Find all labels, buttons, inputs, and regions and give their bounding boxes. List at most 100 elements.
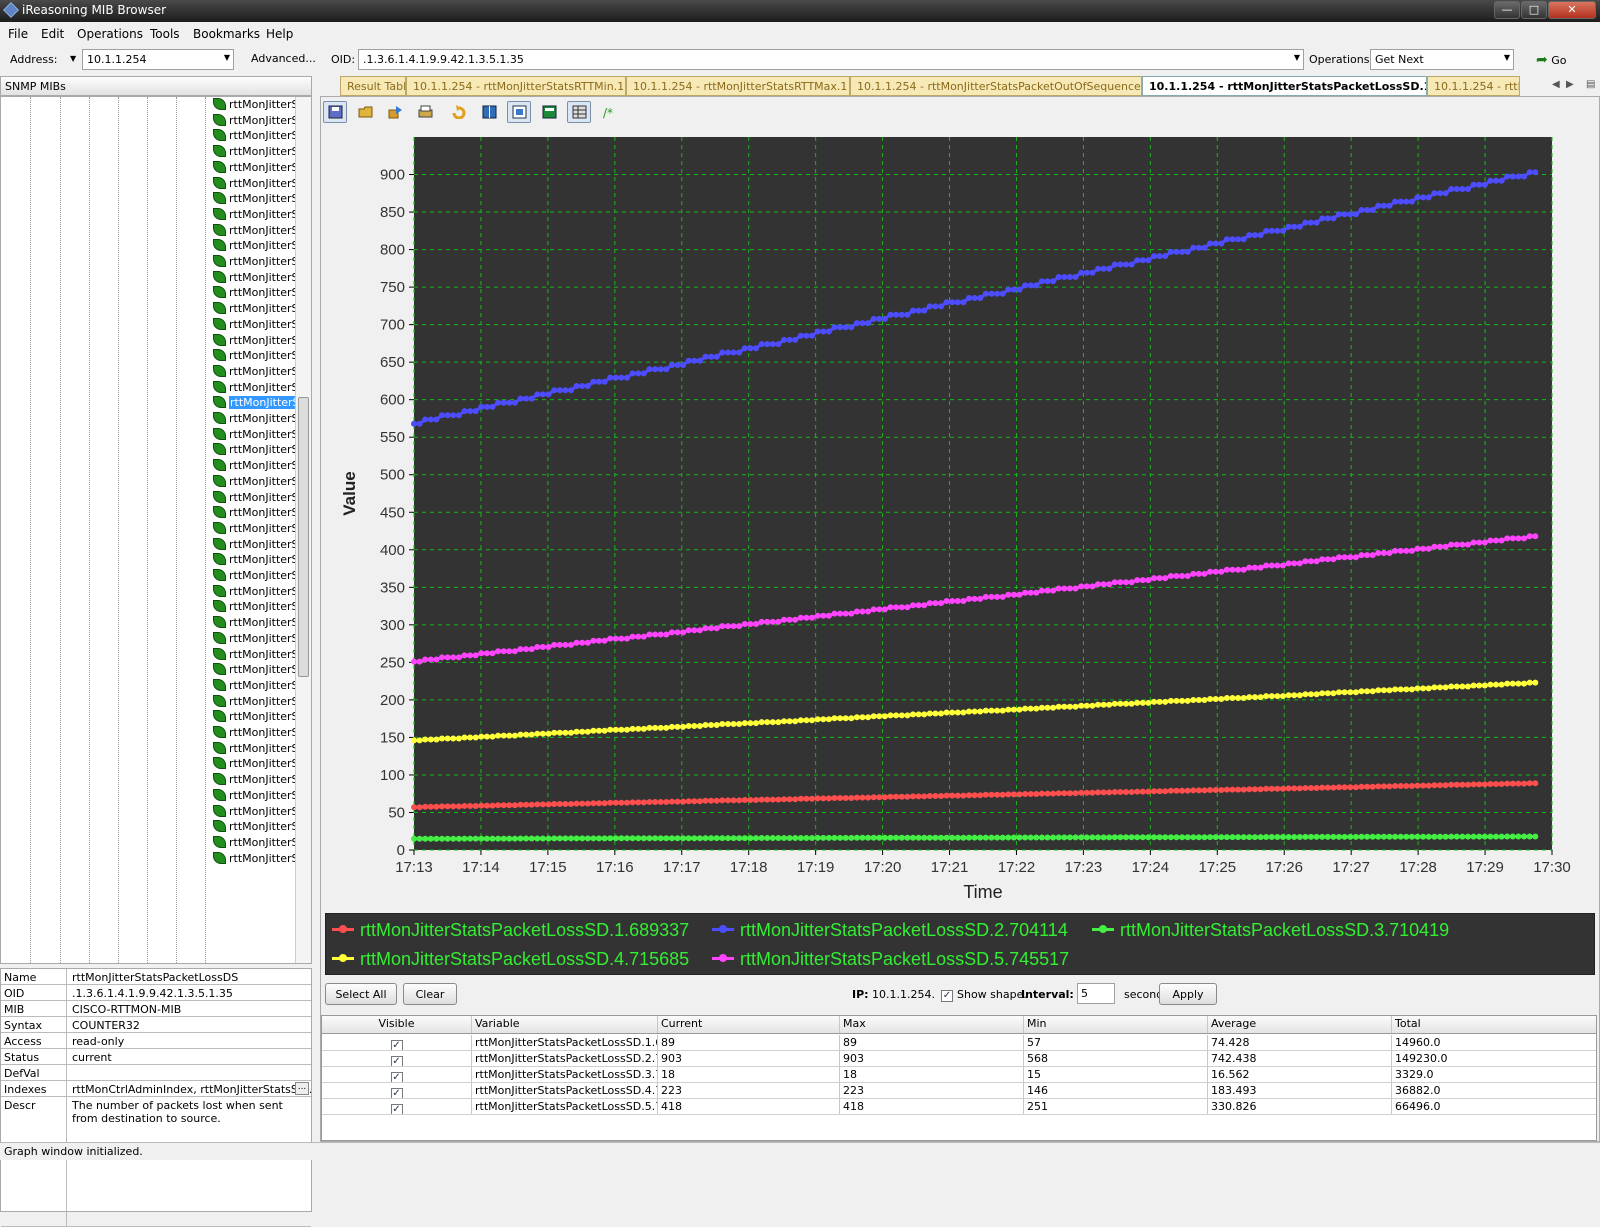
tab-scroll-left-icon[interactable]: ◀ bbox=[1552, 79, 1560, 90]
go-button[interactable]: ➦ Go bbox=[1536, 48, 1594, 69]
minimize-button[interactable]: — bbox=[1494, 1, 1520, 19]
table-row[interactable]: ✓ rttMonJitterStatsPacketLossSD.4.7... 223… bbox=[322, 1083, 1596, 1099]
column-header[interactable]: Variable bbox=[472, 1016, 658, 1033]
menu-tools[interactable]: Tools bbox=[150, 27, 180, 41]
tree-node[interactable]: rttMonJitterS bbox=[213, 333, 299, 350]
tree-node[interactable]: rttMonJitterS bbox=[213, 396, 299, 412]
tree-node[interactable]: rttMonJitterS bbox=[213, 616, 299, 632]
print-button[interactable] bbox=[413, 101, 437, 123]
tree-node[interactable]: rttMonJitterS bbox=[213, 207, 299, 224]
tree-node[interactable]: rttMonJitterS bbox=[213, 820, 299, 836]
table-row[interactable]: ✓ rttMonJitterStatsPacketLossSD.1.6... 89 8… bbox=[322, 1035, 1596, 1051]
tree-node[interactable]: rttMonJitterS bbox=[213, 223, 299, 240]
maximize-button[interactable]: □ bbox=[1521, 1, 1547, 19]
address-dropdown-icon[interactable]: ▼ bbox=[70, 54, 76, 63]
table-row[interactable]: ✓ rttMonJitterStatsPacketLossSD.5.7... 418… bbox=[322, 1099, 1596, 1115]
show-shape-checkbox[interactable]: ✓ bbox=[941, 986, 953, 1002]
tree-node[interactable]: rttMonJitterS bbox=[213, 113, 299, 130]
tree-node[interactable]: rttMonJitterS bbox=[213, 678, 299, 695]
comment-button[interactable]: /* bbox=[597, 101, 621, 123]
address-combo[interactable]: 10.1.1.254 ▼ bbox=[82, 49, 234, 70]
column-header[interactable]: Min bbox=[1024, 1016, 1208, 1033]
operations-combo[interactable]: Get Next ▼ bbox=[1370, 49, 1514, 70]
visible-checkbox[interactable]: ✓ bbox=[390, 1104, 403, 1114]
tab-2[interactable]: 10.1.1.254 - rttMonJitterStatsRTTMax.1× bbox=[626, 76, 850, 96]
column-header[interactable]: Max bbox=[840, 1016, 1024, 1033]
tree-node[interactable]: rttMonJitterS bbox=[213, 506, 299, 522]
column-header[interactable]: Visible bbox=[322, 1016, 472, 1033]
tree-vertical-scrollbar[interactable] bbox=[295, 97, 311, 963]
tab-scroll-right-icon[interactable]: ▶ bbox=[1566, 79, 1574, 90]
tree-node[interactable]: rttMonJitterS bbox=[213, 773, 299, 789]
tree-node[interactable]: rttMonJitterS bbox=[213, 851, 299, 868]
visible-checkbox[interactable]: ✓ bbox=[390, 1040, 403, 1050]
tree-node[interactable]: rttMonJitterS bbox=[213, 192, 299, 208]
tree-node[interactable]: rttMonJitterS bbox=[213, 98, 299, 114]
tree-node[interactable]: rttMonJitterS bbox=[213, 474, 299, 491]
chart-button[interactable] bbox=[537, 101, 561, 123]
menu-bookmarks[interactable]: Bookmarks bbox=[193, 27, 260, 41]
tree-node[interactable]: rttMonJitterS bbox=[213, 788, 299, 805]
close-button[interactable]: ✕ bbox=[1548, 1, 1596, 19]
visible-checkbox[interactable]: ✓ bbox=[390, 1088, 403, 1098]
import-button[interactable] bbox=[383, 101, 407, 123]
save-button[interactable] bbox=[323, 101, 347, 123]
table-button[interactable] bbox=[567, 101, 591, 123]
tree-node[interactable]: rttMonJitterS bbox=[213, 804, 299, 821]
tab-3[interactable]: 10.1.1.254 - rttMonJitterStatsPacketOutO… bbox=[850, 76, 1142, 96]
scrollbar-thumb[interactable] bbox=[298, 397, 309, 677]
tree-node[interactable]: rttMonJitterS bbox=[213, 459, 299, 475]
tree-node[interactable]: rttMonJitterS bbox=[213, 270, 299, 287]
mib-tree[interactable]: rttMonJitterS rttMonJitterS rttMonJitterS r… bbox=[0, 96, 312, 964]
open-folder-button[interactable] bbox=[353, 101, 377, 123]
menu-operations[interactable]: Operations bbox=[77, 27, 143, 41]
split-view-button[interactable] bbox=[477, 101, 501, 123]
tab-1[interactable]: 10.1.1.254 - rttMonJitterStatsRTTMin.1× bbox=[406, 76, 626, 96]
tree-node[interactable]: rttMonJitterS bbox=[213, 537, 299, 554]
tree-node[interactable]: rttMonJitterS bbox=[213, 521, 299, 538]
tree-node[interactable]: rttMonJitterS bbox=[213, 569, 299, 585]
clear-button[interactable]: Clear bbox=[403, 983, 457, 1005]
tree-node[interactable]: rttMonJitterS bbox=[213, 710, 299, 726]
tree-node[interactable]: rttMonJitterS bbox=[213, 364, 299, 381]
fit-view-button[interactable] bbox=[507, 101, 531, 123]
tab-0[interactable]: Result Table bbox=[340, 76, 406, 96]
column-header[interactable]: Total bbox=[1392, 1016, 1596, 1033]
tree-node[interactable]: rttMonJitterS bbox=[213, 239, 299, 255]
tree-node[interactable]: rttMonJitterS bbox=[213, 286, 299, 302]
column-header[interactable]: Average bbox=[1208, 1016, 1392, 1033]
refresh-button[interactable] bbox=[447, 101, 471, 123]
tree-node[interactable]: rttMonJitterS bbox=[213, 741, 299, 758]
menu-help[interactable]: Help bbox=[266, 27, 293, 41]
tab-5[interactable]: 10.1.1.254 - rttM bbox=[1427, 76, 1520, 96]
tree-node[interactable]: rttMonJitterS bbox=[213, 553, 299, 569]
tree-node[interactable]: rttMonJitterS bbox=[213, 584, 299, 601]
tree-node[interactable]: rttMonJitterS bbox=[213, 757, 299, 773]
column-header[interactable]: Current bbox=[658, 1016, 840, 1033]
table-row[interactable]: ✓ rttMonJitterStatsPacketLossSD.3.7... 18 1… bbox=[322, 1067, 1596, 1083]
tree-node[interactable]: rttMonJitterS bbox=[213, 129, 299, 145]
tree-node[interactable]: rttMonJitterS bbox=[213, 443, 299, 459]
interval-input[interactable] bbox=[1077, 983, 1115, 1004]
table-row[interactable]: ✓ rttMonJitterStatsPacketLossSD.2.7... 903… bbox=[322, 1051, 1596, 1067]
menu-file[interactable]: File bbox=[8, 27, 28, 41]
tree-node[interactable]: rttMonJitterS bbox=[213, 490, 299, 507]
tree-node[interactable]: rttMonJitterS bbox=[213, 427, 299, 444]
tab-4[interactable]: 10.1.1.254 - rttMonJitterStatsPacketLoss… bbox=[1142, 76, 1427, 96]
tree-node[interactable]: rttMonJitterS bbox=[213, 317, 299, 334]
visible-checkbox[interactable]: ✓ bbox=[390, 1072, 403, 1082]
tree-node[interactable]: rttMonJitterS bbox=[213, 631, 299, 648]
advanced-button[interactable]: Advanced... bbox=[251, 48, 316, 69]
tree-node[interactable]: rttMonJitterS bbox=[213, 726, 299, 742]
oid-combo[interactable]: .1.3.6.1.4.1.9.9.42.1.3.5.1.35 ▼ bbox=[358, 49, 1304, 70]
tree-node[interactable]: rttMonJitterS bbox=[213, 600, 299, 616]
tree-node[interactable]: rttMonJitterS bbox=[213, 380, 299, 397]
tree-node[interactable]: rttMonJitterS bbox=[213, 835, 299, 852]
menu-edit[interactable]: Edit bbox=[41, 27, 64, 41]
tree-node[interactable]: rttMonJitterS bbox=[213, 412, 299, 428]
tree-node[interactable]: rttMonJitterS bbox=[213, 176, 299, 193]
more-button[interactable]: ... bbox=[295, 1082, 309, 1095]
tree-node[interactable]: rttMonJitterS bbox=[213, 255, 299, 271]
tree-node[interactable]: rttMonJitterS bbox=[213, 694, 299, 711]
tree-node[interactable]: rttMonJitterS bbox=[213, 145, 299, 161]
